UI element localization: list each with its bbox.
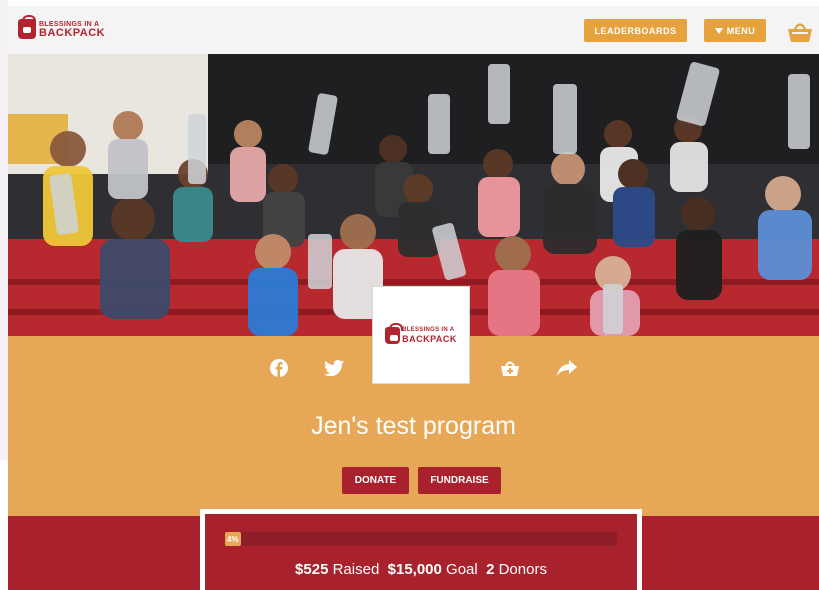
donors-label: Donors [498,561,547,578]
leaderboards-label: LEADERBOARDS [594,25,677,36]
basket-share-button[interactable] [500,358,520,378]
share-arrow-icon [557,360,577,376]
basket-icon[interactable] [786,20,814,44]
progress-track [225,532,617,546]
program-title: Jen's test program [311,412,516,440]
backpack-logo-icon [385,322,404,344]
fundraise-button[interactable]: FUNDRAISE [418,467,501,494]
raised-label: Raised [332,561,380,578]
fundraising-summary: $525 Raised $15,000 Goal 2 Donors [205,561,637,578]
logo-text: BLESSINGS IN A BACKPACK [39,20,106,39]
progress-bar-fill: 4% [225,532,241,546]
donors-count: 2 [486,561,495,578]
twitter-icon [324,360,344,376]
twitter-share-button[interactable] [324,358,344,378]
card-logo: BLESSINGS IN A BACKPACK [385,322,457,344]
goal-label: Goal [446,561,478,578]
page-margin-lower [0,460,8,590]
caret-down-icon [714,27,723,34]
donate-label: DONATE [354,475,397,486]
fundraise-label: FUNDRAISE [430,475,489,486]
logo-line2: BACKPACK [39,27,106,39]
donate-button[interactable]: DONATE [342,467,409,494]
facebook-icon [270,359,288,377]
share-button[interactable] [557,358,577,378]
leaderboards-button[interactable]: LEADERBOARDS [584,19,687,42]
backpack-logo-icon [18,15,36,39]
menu-label: MENU [726,25,756,36]
card-logo-line2: BACKPACK [402,334,457,344]
facebook-share-button[interactable] [269,358,289,378]
site-header: BLESSINGS IN A BACKPACK LEADERBOARDS MEN… [8,6,819,54]
organization-logo-card: BLESSINGS IN A BACKPACK [372,286,470,384]
progress-percent-label: 4% [227,534,239,544]
basket-icon [501,361,519,376]
raised-amount: $525 [295,561,329,578]
site-logo[interactable]: BLESSINGS IN A BACKPACK [18,15,106,39]
goal-amount: $15,000 [387,561,442,578]
menu-button[interactable]: MENU [704,19,766,42]
card-logo-text: BLESSINGS IN A BACKPACK [402,326,457,344]
